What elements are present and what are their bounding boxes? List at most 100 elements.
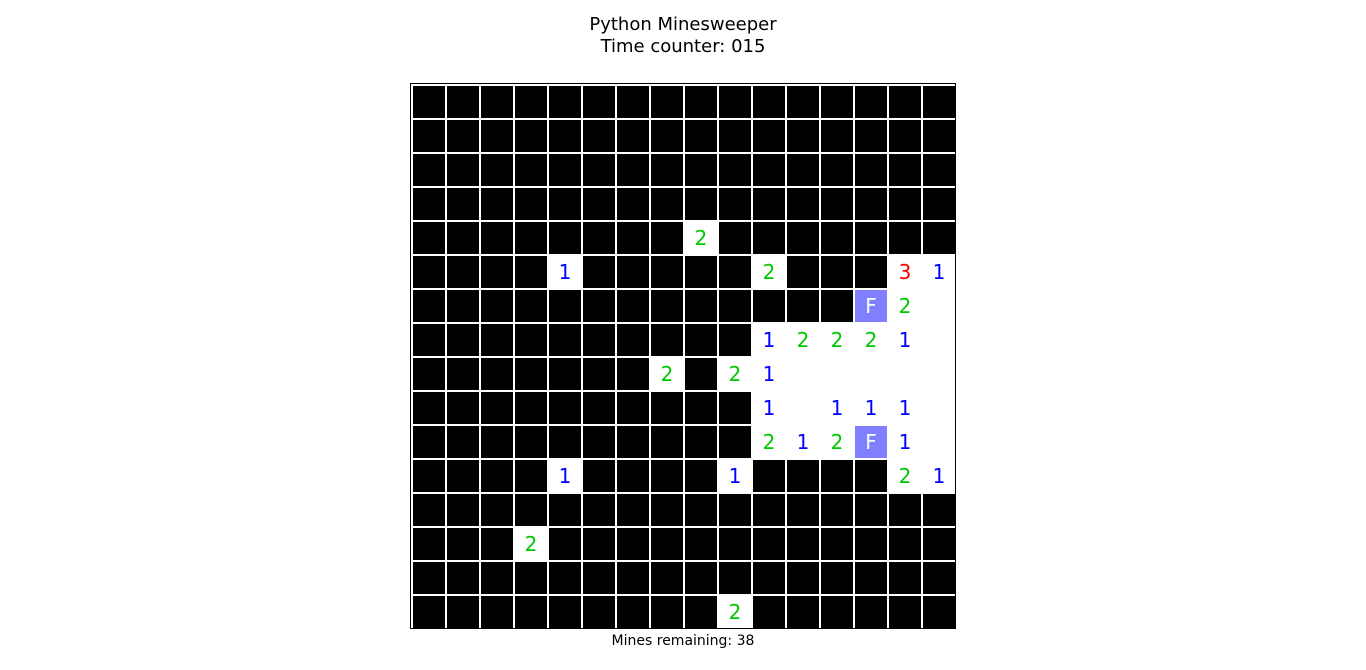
cell[interactable] <box>481 392 513 424</box>
cell-empty[interactable] <box>923 358 955 390</box>
cell[interactable] <box>855 256 887 288</box>
cell[interactable] <box>855 460 887 492</box>
cell[interactable] <box>685 324 717 356</box>
cell[interactable] <box>617 460 649 492</box>
cell[interactable] <box>413 596 445 628</box>
cell[interactable] <box>515 494 547 526</box>
cell[interactable] <box>515 290 547 322</box>
cell[interactable] <box>821 596 853 628</box>
cell[interactable] <box>583 358 615 390</box>
cell[interactable] <box>651 222 683 254</box>
cell-number[interactable]: 2 <box>719 596 751 628</box>
cell-number[interactable]: 1 <box>889 426 921 458</box>
cell[interactable] <box>719 562 751 594</box>
cell[interactable] <box>855 86 887 118</box>
cell[interactable] <box>481 528 513 560</box>
cell[interactable] <box>651 596 683 628</box>
cell[interactable] <box>651 120 683 152</box>
cell[interactable] <box>685 392 717 424</box>
cell[interactable] <box>549 562 581 594</box>
cell-number[interactable]: 1 <box>753 392 785 424</box>
cell[interactable] <box>855 120 887 152</box>
cell[interactable] <box>413 222 445 254</box>
cell[interactable] <box>753 596 785 628</box>
cell[interactable] <box>447 256 479 288</box>
cell[interactable] <box>719 154 751 186</box>
cell[interactable] <box>549 528 581 560</box>
cell[interactable] <box>651 256 683 288</box>
cell[interactable] <box>753 222 785 254</box>
cell[interactable] <box>889 596 921 628</box>
cell-number[interactable]: 1 <box>753 324 785 356</box>
cell-number[interactable]: 1 <box>855 392 887 424</box>
cell[interactable] <box>651 290 683 322</box>
cell-number[interactable]: 2 <box>821 324 853 356</box>
cell[interactable] <box>855 222 887 254</box>
cell[interactable] <box>651 154 683 186</box>
cell[interactable] <box>923 528 955 560</box>
cell[interactable] <box>617 290 649 322</box>
cell[interactable] <box>821 222 853 254</box>
cell[interactable] <box>447 120 479 152</box>
cell[interactable] <box>481 290 513 322</box>
cell[interactable] <box>889 120 921 152</box>
cell[interactable] <box>481 154 513 186</box>
cell[interactable] <box>923 596 955 628</box>
cell-empty[interactable] <box>923 324 955 356</box>
cell[interactable] <box>549 86 581 118</box>
cell-number[interactable]: 1 <box>549 256 581 288</box>
cell[interactable] <box>515 256 547 288</box>
cell[interactable] <box>447 562 479 594</box>
cell[interactable] <box>583 562 615 594</box>
cell-flag[interactable]: F <box>855 426 887 458</box>
cell[interactable] <box>481 256 513 288</box>
cell-number[interactable]: 1 <box>821 392 853 424</box>
cell[interactable] <box>515 562 547 594</box>
cell[interactable] <box>549 358 581 390</box>
cell[interactable] <box>889 154 921 186</box>
cell[interactable] <box>549 290 581 322</box>
cell[interactable] <box>685 460 717 492</box>
cell[interactable] <box>447 290 479 322</box>
cell[interactable] <box>685 86 717 118</box>
cell-empty[interactable] <box>923 290 955 322</box>
cell[interactable] <box>651 426 683 458</box>
cell[interactable] <box>447 460 479 492</box>
cell-number[interactable]: 2 <box>753 426 785 458</box>
cell[interactable] <box>719 188 751 220</box>
cell[interactable] <box>923 86 955 118</box>
cell[interactable] <box>515 596 547 628</box>
cell-number[interactable]: 2 <box>855 324 887 356</box>
cell[interactable] <box>719 392 751 424</box>
cell[interactable] <box>787 290 819 322</box>
cell[interactable] <box>583 460 615 492</box>
cell[interactable] <box>685 120 717 152</box>
cell[interactable] <box>821 188 853 220</box>
cell[interactable] <box>787 222 819 254</box>
cell[interactable] <box>855 494 887 526</box>
cell[interactable] <box>481 86 513 118</box>
cell-empty[interactable] <box>889 358 921 390</box>
cell[interactable] <box>413 562 445 594</box>
cell-number[interactable]: 2 <box>889 290 921 322</box>
cell[interactable] <box>685 562 717 594</box>
cell[interactable] <box>787 562 819 594</box>
cell[interactable] <box>515 392 547 424</box>
cell[interactable] <box>889 562 921 594</box>
cell[interactable] <box>617 562 649 594</box>
cell-number[interactable]: 1 <box>889 392 921 424</box>
cell[interactable] <box>447 528 479 560</box>
cell[interactable] <box>413 120 445 152</box>
cell[interactable] <box>685 290 717 322</box>
cell[interactable] <box>787 596 819 628</box>
cell[interactable] <box>549 222 581 254</box>
cell[interactable] <box>855 596 887 628</box>
cell[interactable] <box>617 596 649 628</box>
cell[interactable] <box>753 562 785 594</box>
cell[interactable] <box>413 86 445 118</box>
cell[interactable] <box>481 188 513 220</box>
cell[interactable] <box>787 120 819 152</box>
cell[interactable] <box>685 596 717 628</box>
cell[interactable] <box>413 494 445 526</box>
cell[interactable] <box>889 188 921 220</box>
